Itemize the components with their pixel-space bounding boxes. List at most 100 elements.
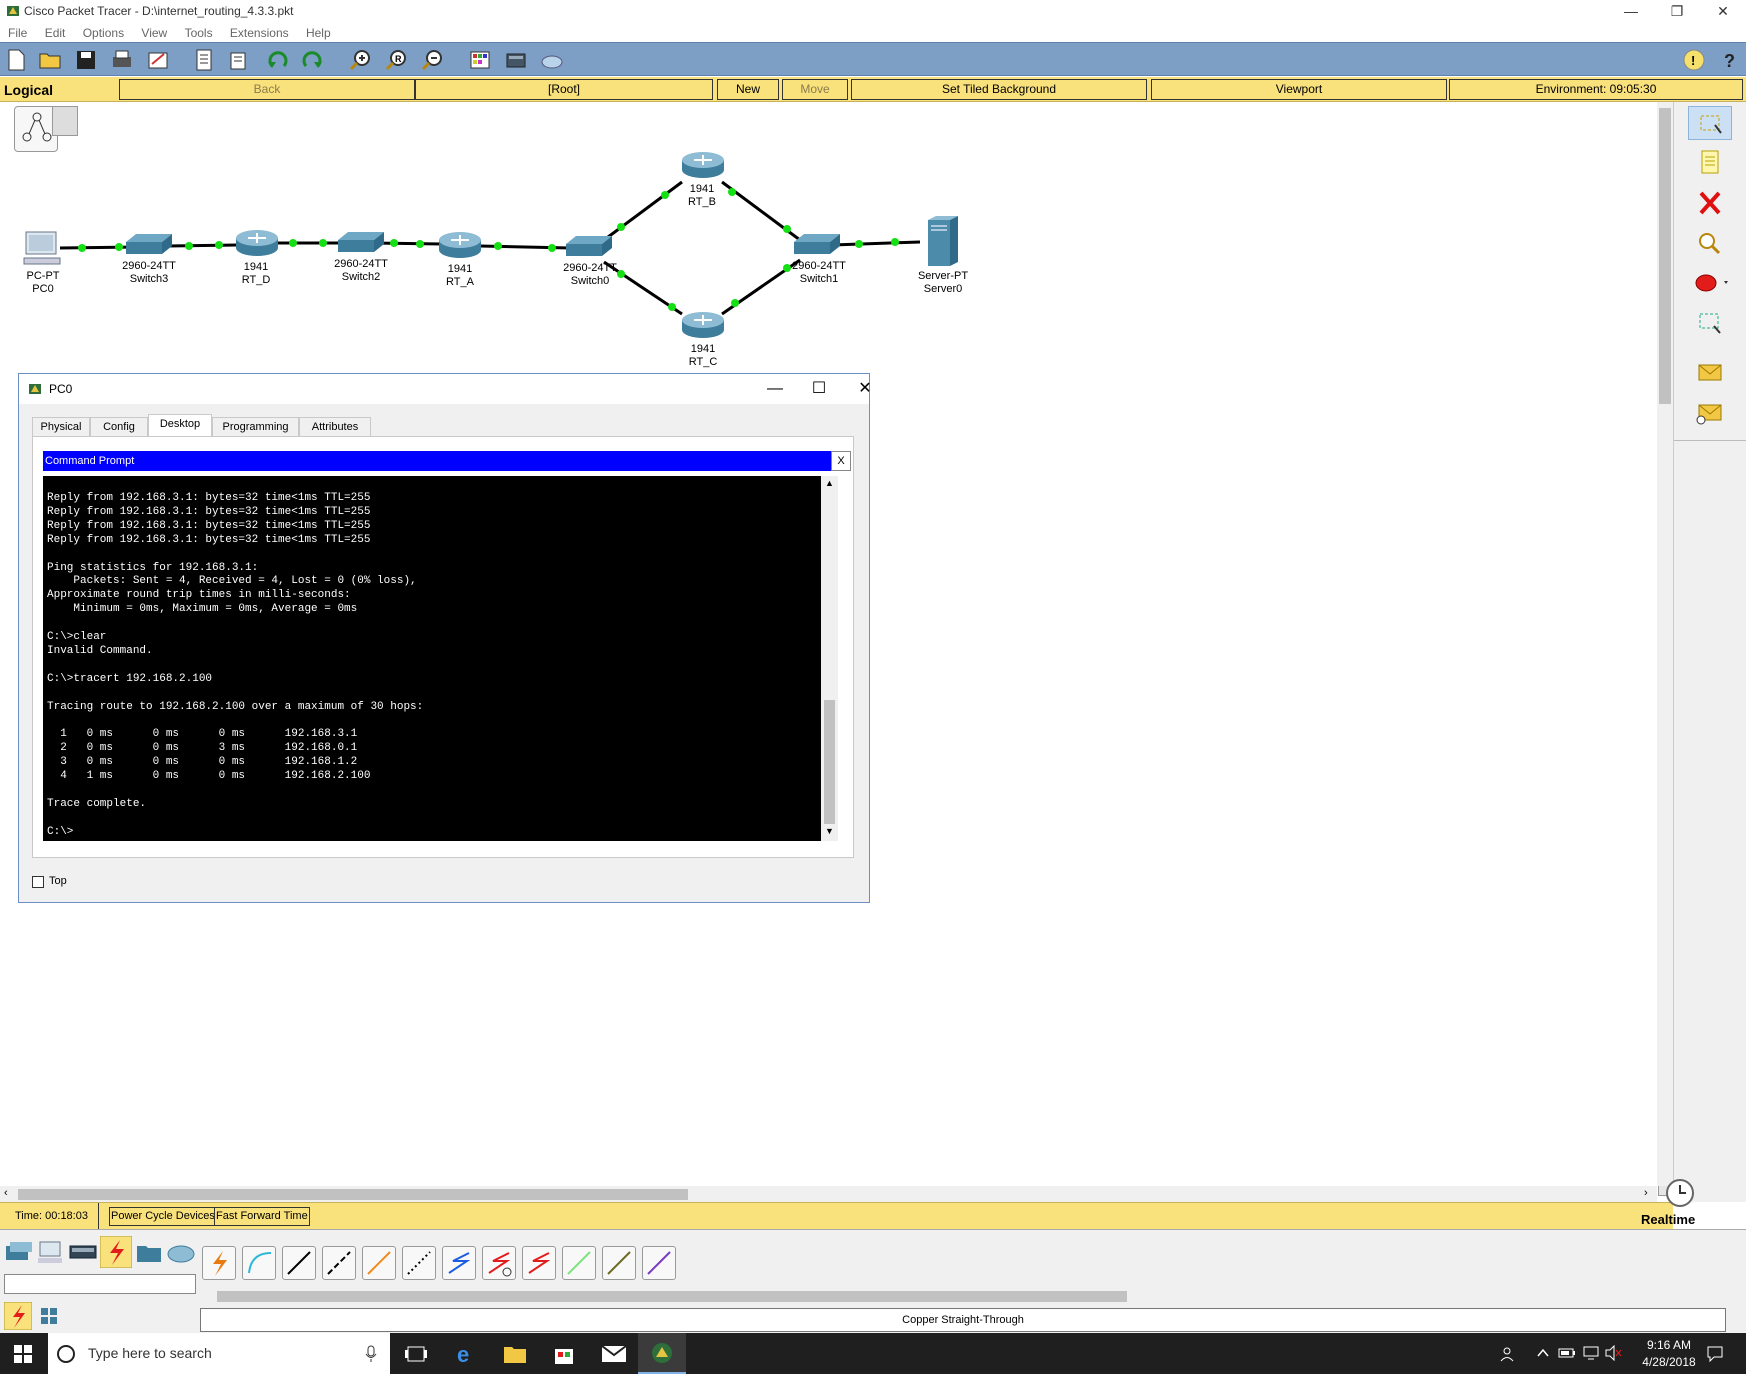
multiuser-connection-icon[interactable]: [166, 1238, 196, 1266]
minimize-button[interactable]: —: [1608, 0, 1654, 24]
set-tiled-background-button[interactable]: Set Tiled Background: [851, 79, 1147, 100]
iot-custom-cable-icon[interactable]: [602, 1246, 636, 1280]
tab-programming[interactable]: Programming: [212, 417, 299, 437]
rt-c-device-icon[interactable]: [680, 310, 726, 340]
menu-help[interactable]: Help: [306, 24, 331, 42]
show-hidden-icons-icon[interactable]: [1536, 1347, 1550, 1359]
pc0-device-icon[interactable]: [22, 230, 66, 270]
logical-tab-label[interactable]: Logical: [4, 82, 53, 98]
tab-physical[interactable]: Physical: [32, 417, 90, 437]
move-object-button[interactable]: Move Object: [782, 79, 848, 115]
connections-icon[interactable]: [100, 1236, 132, 1268]
taskbar-search-box[interactable]: Type here to search: [48, 1333, 390, 1374]
usb-cable-icon[interactable]: [642, 1246, 676, 1280]
realtime-mode-label[interactable]: Realtime: [1641, 1212, 1695, 1227]
selected-category-connections-icon[interactable]: [4, 1302, 32, 1330]
place-note-icon[interactable]: [1688, 146, 1732, 180]
switch3-device-icon[interactable]: [124, 232, 174, 258]
rt-b-device-icon[interactable]: [680, 150, 726, 180]
rt-d-device-icon[interactable]: [234, 228, 280, 258]
terminal-scrollbar[interactable]: ▲ ▼: [821, 476, 838, 841]
vertical-scroll-thumb[interactable]: [1659, 108, 1671, 404]
inspect-icon[interactable]: [1688, 226, 1732, 260]
coaxial-cable-icon[interactable]: [442, 1246, 476, 1280]
phone-cable-icon[interactable]: [402, 1246, 436, 1280]
realtime-clock-icon[interactable]: [1664, 1177, 1696, 1209]
fiber-icon[interactable]: [362, 1246, 396, 1280]
zoom-reset-icon[interactable]: R: [384, 48, 408, 72]
switch0-device-icon[interactable]: [564, 234, 614, 260]
scroll-right-arrow-icon[interactable]: ›: [1644, 1187, 1648, 1199]
add-complex-pdu-icon[interactable]: [1688, 396, 1732, 430]
menu-view[interactable]: View: [141, 24, 167, 42]
taskbar-clock-date[interactable]: 4/28/2018: [1634, 1355, 1704, 1369]
people-icon[interactable]: [1500, 1345, 1518, 1363]
menu-options[interactable]: Options: [83, 24, 124, 42]
restore-button[interactable]: ❐: [1654, 0, 1700, 24]
add-simple-pdu-icon[interactable]: [1688, 356, 1732, 390]
draw-shape-icon[interactable]: [1688, 266, 1732, 300]
store-icon[interactable]: [552, 1342, 576, 1366]
top-checkbox[interactable]: [32, 876, 44, 888]
tab-attributes[interactable]: Attributes: [299, 417, 371, 437]
automatic-connection-icon[interactable]: [202, 1246, 236, 1280]
environment-button[interactable]: Environment: 09:05:30: [1449, 79, 1743, 100]
new-file-icon[interactable]: [4, 48, 28, 72]
copper-straight-through-icon[interactable]: [282, 1246, 316, 1280]
cable-list-scroll-thumb[interactable]: [217, 1291, 1127, 1302]
resize-shape-icon[interactable]: [1688, 306, 1732, 340]
menu-tools[interactable]: Tools: [185, 24, 213, 42]
serial-dce-icon[interactable]: [482, 1246, 516, 1280]
power-cycle-devices-button[interactable]: Power Cycle Devices: [109, 1207, 217, 1226]
tab-config[interactable]: Config: [90, 417, 148, 437]
scroll-left-arrow-icon[interactable]: ‹: [4, 1187, 8, 1199]
root-button[interactable]: [Root]: [415, 79, 713, 100]
save-icon[interactable]: [74, 48, 98, 72]
activity-wizard-icon[interactable]: [146, 48, 170, 72]
pc0-close-button[interactable]: ✕: [845, 378, 885, 400]
undo-icon[interactable]: [266, 48, 290, 72]
delete-icon[interactable]: [1688, 186, 1732, 220]
network-status-icon[interactable]: [1582, 1345, 1600, 1361]
command-prompt-terminal[interactable]: Reply from 192.168.3.1: bytes=32 time<1m…: [43, 476, 821, 841]
select-tool-icon[interactable]: [1688, 106, 1732, 140]
custom-pdu-icon[interactable]: [228, 48, 252, 72]
switch1-device-icon[interactable]: [792, 232, 842, 258]
file-explorer-icon[interactable]: [503, 1343, 527, 1365]
print-icon[interactable]: [110, 48, 134, 72]
serial-dte-icon[interactable]: [522, 1246, 556, 1280]
menu-edit[interactable]: Edit: [45, 24, 66, 42]
pc0-maximize-button[interactable]: ☐: [799, 378, 839, 400]
new-cluster-button[interactable]: New Cluster: [717, 79, 779, 115]
close-button[interactable]: ✕: [1700, 0, 1746, 24]
components-icon[interactable]: [68, 1238, 98, 1266]
inspect-pdu-icon[interactable]: [192, 48, 216, 72]
grid-view-icon[interactable]: [40, 1307, 58, 1325]
zoom-in-icon[interactable]: [348, 48, 372, 72]
volume-muted-icon[interactable]: [1604, 1345, 1622, 1361]
terminal-scroll-thumb[interactable]: [824, 700, 835, 824]
console-cable-icon[interactable]: [242, 1246, 276, 1280]
end-devices-icon[interactable]: [36, 1238, 66, 1266]
horizontal-scroll-thumb[interactable]: [18, 1189, 688, 1200]
network-devices-icon[interactable]: [4, 1238, 34, 1266]
mail-icon[interactable]: [601, 1344, 627, 1364]
open-folder-icon[interactable]: [38, 48, 62, 72]
workspace-horizontal-scrollbar[interactable]: ‹ ›: [0, 1186, 1657, 1202]
octal-cable-icon[interactable]: [562, 1246, 596, 1280]
back-button[interactable]: Back: [119, 79, 415, 100]
tab-desktop[interactable]: Desktop: [148, 414, 212, 437]
cable-list-scrollbar[interactable]: [201, 1288, 1724, 1304]
command-prompt-close-button[interactable]: X: [831, 451, 851, 471]
zoom-out-icon[interactable]: [420, 48, 444, 72]
cloud-icon[interactable]: [540, 48, 564, 72]
miscellaneous-icon[interactable]: [134, 1238, 164, 1266]
action-center-icon[interactable]: [1706, 1345, 1724, 1363]
switch2-device-icon[interactable]: [336, 230, 386, 256]
custom-device-icon[interactable]: [504, 48, 528, 72]
redo-icon[interactable]: [300, 48, 324, 72]
edge-browser-icon[interactable]: e: [455, 1342, 479, 1366]
viewport-button[interactable]: Viewport: [1151, 79, 1447, 100]
info-icon[interactable]: !: [1683, 49, 1705, 71]
device-search-box[interactable]: [4, 1274, 196, 1294]
